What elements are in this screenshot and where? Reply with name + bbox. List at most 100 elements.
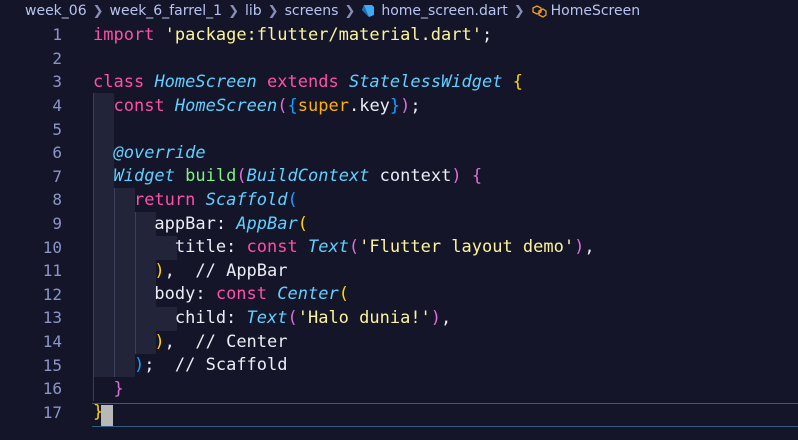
line-number: 4	[52, 96, 62, 116]
code-line[interactable]: 9 appBar: AppBar(	[0, 212, 798, 236]
code-token: @override	[113, 142, 206, 163]
line-number: 10	[42, 237, 62, 257]
code-line[interactable]: 8 return Scaffold(	[0, 188, 798, 212]
code-line[interactable]: 11 ), // AppBar	[0, 259, 798, 283]
code-token: 'package:flutter/material.dart'	[164, 24, 482, 45]
chevron-right-icon: ❯	[344, 3, 356, 19]
line-number: 7	[52, 166, 62, 186]
code-token: )	[574, 237, 585, 258]
code-token: class	[93, 71, 145, 92]
code-line[interactable]: 15 ); // Scaffold	[0, 353, 798, 377]
code-token: )	[154, 331, 165, 352]
code-text: ); // Scaffold	[93, 355, 288, 375]
code-line[interactable]: 12 body: const Center(	[0, 283, 798, 307]
code-line[interactable]: 3 class HomeScreen extends StatelessWidge…	[0, 70, 798, 94]
code-text: title: const Text('Flutter layout demo')…	[93, 237, 595, 257]
code-token: {	[287, 95, 298, 116]
code-token: {	[512, 71, 523, 92]
code-token: Widget	[113, 166, 175, 187]
code-token: body:	[93, 284, 216, 305]
code-token: }	[389, 95, 401, 116]
code-token: extends	[267, 71, 339, 92]
code-line[interactable]: 4 const HomeScreen({super.key});	[0, 94, 798, 118]
code-line[interactable]: 14 ), // Center	[0, 330, 798, 354]
code-token: 'Flutter layout demo'	[359, 237, 575, 258]
code-line[interactable]: 17}	[0, 401, 798, 425]
code-token: Text	[246, 307, 288, 328]
line-number: 9	[52, 214, 62, 234]
code-token: const	[113, 95, 165, 116]
code-token: (	[297, 213, 308, 234]
breadcrumb-item-homescreen[interactable]: HomeScreen	[551, 3, 640, 19]
code-token: return	[133, 189, 196, 210]
code-text: appBar: AppBar(	[93, 214, 308, 234]
code-token: )	[430, 307, 442, 328]
chevron-right-icon: ❯	[228, 3, 239, 19]
code-token: }	[93, 402, 104, 423]
code-token: appBar:	[93, 213, 237, 234]
code-text: const HomeScreen({super.key});	[93, 95, 420, 116]
line-number: 2	[52, 48, 62, 68]
code-line[interactable]: 16 }	[0, 377, 798, 401]
code-token: )	[400, 95, 411, 116]
line-number: 13	[42, 308, 62, 328]
code-token: (	[287, 189, 298, 210]
line-number: 11	[42, 261, 62, 281]
breadcrumb-item-week-6-farrel-1[interactable]: week_6_farrel_1	[110, 3, 223, 19]
code-text: return Scaffold(	[93, 190, 298, 210]
line-number: 5	[52, 119, 62, 139]
code-token: (	[236, 166, 247, 187]
code-line[interactable]: 6 @override	[0, 141, 798, 165]
code-token: BuildContext	[246, 166, 370, 187]
code-token: }	[113, 378, 124, 399]
code-token: const	[215, 284, 268, 305]
line-number: 8	[52, 190, 62, 210]
breadcrumb-item-lib[interactable]: lib	[245, 3, 262, 19]
line-number: 1	[52, 25, 62, 45]
code-token: (	[338, 284, 349, 305]
code-line[interactable]: 2	[0, 47, 798, 71]
code-line[interactable]: 13 child: Text('Halo dunia!'),	[0, 306, 798, 330]
line-number: 17	[42, 402, 62, 422]
code-token: HomeScreen	[154, 71, 257, 92]
code-token: const	[246, 237, 298, 258]
code-token: (	[277, 95, 288, 116]
code-line[interactable]: 7 Widget build(BuildContext context) {	[0, 165, 798, 189]
code-text: @override	[93, 142, 206, 163]
code-token: Scaffold	[205, 189, 288, 210]
code-token: AppBar	[236, 213, 298, 234]
code-text: }	[93, 402, 103, 422]
chevron-right-icon: ❯	[267, 3, 279, 19]
code-line[interactable]: 5	[0, 117, 798, 141]
breadcrumb-item-week-06[interactable]: week_06	[25, 3, 87, 19]
line-number: 6	[52, 143, 62, 163]
code-text: body: const Center(	[93, 284, 349, 304]
breadcrumb-item-screens[interactable]: screens	[285, 3, 339, 19]
chevron-right-icon: ❯	[513, 3, 525, 19]
code-editor[interactable]: 1 import 'package:flutter/material.dart';…	[0, 22, 798, 440]
code-token: )	[154, 260, 165, 281]
line-number: 3	[52, 72, 62, 92]
code-line[interactable]: 10 title: const Text('Flutter layout dem…	[0, 235, 798, 259]
line-number: 14	[42, 332, 62, 352]
breadcrumb-item-home-screen-dart[interactable]: home_screen.dart	[381, 3, 507, 19]
code-token: HomeScreen	[174, 95, 278, 116]
code-token: , // AppBar	[164, 260, 288, 281]
line-number: 12	[42, 284, 62, 304]
class-symbol-icon	[531, 4, 547, 18]
code-line[interactable]: 1 import 'package:flutter/material.dart';	[0, 23, 798, 47]
